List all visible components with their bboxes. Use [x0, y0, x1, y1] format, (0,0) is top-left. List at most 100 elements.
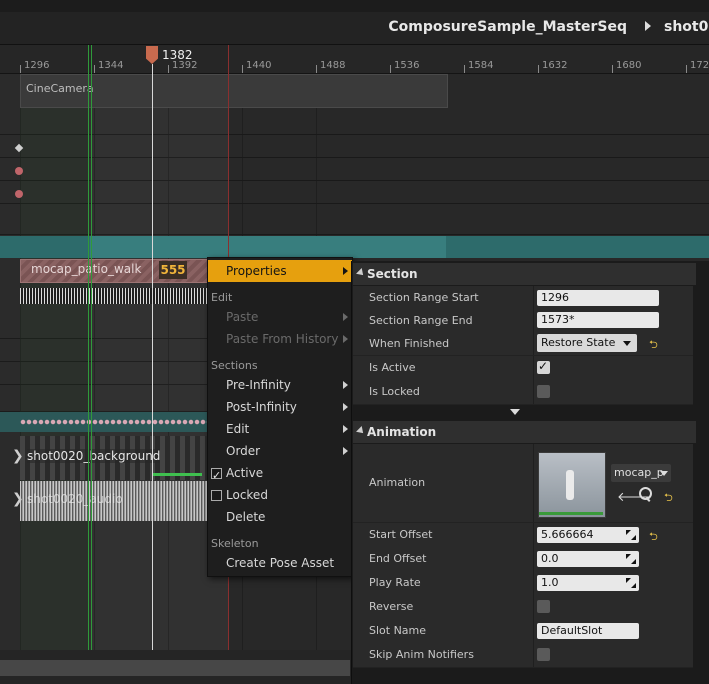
category-animation-header[interactable]: Animation: [353, 421, 696, 443]
locked-checkbox[interactable]: [211, 490, 222, 501]
menu-item-paste[interactable]: Paste: [208, 306, 352, 328]
end-offset-field[interactable]: 0.0: [537, 551, 639, 567]
breadcrumb-separator-icon: [645, 21, 651, 31]
property-row: Slot Name DefaultSlot: [353, 619, 693, 644]
spin-drag-icon[interactable]: [626, 554, 636, 564]
property-label: Play Rate: [369, 576, 421, 589]
mocap-keyframe-strip: [20, 288, 208, 304]
when-finished-dropdown[interactable]: Restore State: [537, 334, 637, 352]
reset-to-default-icon[interactable]: ⮌: [649, 528, 658, 547]
expand-chevron-icon[interactable]: ❯: [12, 448, 24, 464]
expand-chevron-icon[interactable]: ❯: [12, 491, 24, 507]
ruler-tick: [242, 65, 243, 73]
column-divider: [533, 523, 534, 547]
ruler-tick: [316, 65, 317, 73]
field-value: 1.0: [541, 576, 559, 589]
breadcrumb-sequence[interactable]: ComposureSample_MasterSeq: [388, 19, 627, 35]
menu-item-label: Paste: [226, 310, 259, 324]
dropdown-value: mocap_p: [614, 466, 664, 479]
property-label: End Offset: [369, 552, 427, 565]
audio-section-label: shot0020_audio: [27, 492, 123, 506]
menu-item-post-infinity[interactable]: Post-Infinity: [208, 396, 352, 418]
menu-item-edit[interactable]: Edit: [208, 418, 352, 440]
ruler-tick-label: 1440: [246, 60, 272, 71]
breadcrumb-shot[interactable]: shot00: [664, 19, 709, 35]
ruler-tick: [168, 65, 169, 73]
menu-item-label: Delete: [226, 510, 266, 524]
advanced-expand-icon[interactable]: [510, 409, 520, 415]
property-label: Is Locked: [369, 385, 420, 398]
column-divider: [533, 286, 534, 310]
details-scrollbar[interactable]: [696, 283, 708, 673]
submenu-arrow-icon: [343, 335, 348, 343]
menu-item-create-pose-asset[interactable]: Create Pose Asset: [208, 552, 352, 574]
timeline-ruler[interactable]: 1296 1344 1392 1440 1488 1536 1584 1632 …: [0, 45, 709, 74]
ruler-tick-label: 1632: [542, 60, 568, 71]
menu-item-label: Post-Infinity: [226, 400, 297, 414]
menu-header-edit: Edit: [211, 291, 233, 304]
property-row: Is Active: [353, 356, 693, 381]
skip-anim-notifiers-checkbox[interactable]: [537, 648, 550, 661]
window-top-strip: [0, 0, 709, 12]
play-rate-field[interactable]: 1.0: [537, 575, 639, 591]
start-offset-field[interactable]: 5.666664: [537, 527, 639, 543]
column-divider: [533, 444, 534, 522]
reset-to-default-icon[interactable]: ⮌: [664, 489, 673, 508]
horizontal-scrollbar-thumb[interactable]: [0, 660, 350, 676]
range-start-marker[interactable]: [88, 45, 89, 650]
column-divider: [533, 332, 534, 355]
ruler-tick-label: 1680: [616, 60, 642, 71]
active-checkbox[interactable]: [211, 465, 222, 487]
is-active-checkbox[interactable]: [537, 359, 550, 374]
column-divider: [533, 380, 534, 404]
property-label: Section Range Start: [369, 291, 479, 304]
ruler-tick: [538, 65, 539, 73]
menu-item-paste-from-history[interactable]: Paste From History: [208, 328, 352, 350]
keyframe-dot[interactable]: [15, 167, 23, 175]
range-end-field[interactable]: 1573*: [537, 312, 659, 328]
property-row: End Offset 0.0: [353, 547, 693, 572]
ruler-tick-label: 1584: [468, 60, 494, 71]
column-divider: [533, 356, 534, 380]
background-section-label: shot0020_background: [27, 449, 161, 463]
property-label: Skip Anim Notifiers: [369, 648, 474, 661]
playhead-line: [152, 64, 153, 650]
reverse-checkbox[interactable]: [537, 600, 550, 613]
dropdown-value: Restore State: [541, 336, 616, 349]
reset-to-default-icon[interactable]: ⮌: [649, 336, 658, 355]
menu-item-locked[interactable]: Locked: [208, 484, 352, 506]
column-divider: [533, 643, 534, 667]
context-menu: Properties Edit Paste Paste From History…: [207, 257, 353, 577]
submenu-arrow-icon: [343, 381, 348, 389]
property-row: Play Rate 1.0: [353, 571, 693, 596]
animation-asset-dropdown[interactable]: mocap_p: [611, 464, 671, 482]
background-progress-line: [152, 473, 202, 476]
menu-item-label: Locked: [226, 488, 268, 502]
spin-drag-icon[interactable]: [626, 578, 636, 588]
menu-item-delete[interactable]: Delete: [208, 506, 352, 528]
menu-item-label: Paste From History: [226, 332, 339, 346]
property-row: Animation: [353, 444, 693, 523]
range-start-field[interactable]: 1296: [537, 290, 659, 306]
collapse-arrow-icon: [356, 268, 366, 278]
ruler-tick-label: 1488: [320, 60, 346, 71]
column-divider: [533, 595, 534, 619]
menu-header-sections: Sections: [211, 359, 258, 372]
is-locked-checkbox[interactable]: [537, 385, 550, 398]
thumbnail-character: [566, 470, 574, 500]
submenu-arrow-icon: [343, 403, 348, 411]
range-start-marker[interactable]: [91, 45, 92, 650]
menu-item-active[interactable]: Active: [208, 462, 352, 487]
field-value: 0.0: [541, 552, 559, 565]
menu-item-order[interactable]: Order: [208, 440, 352, 462]
slot-name-field[interactable]: DefaultSlot: [537, 623, 639, 639]
menu-item-label: Properties: [226, 264, 287, 278]
submenu-arrow-icon: [343, 267, 348, 275]
category-section-header[interactable]: Section: [353, 263, 696, 285]
property-row: Reverse: [353, 595, 693, 620]
spin-drag-icon[interactable]: [626, 530, 636, 540]
keyframe-dot[interactable]: [15, 190, 23, 198]
menu-item-properties[interactable]: Properties: [208, 260, 352, 282]
selected-track-range: [90, 236, 446, 258]
menu-item-pre-infinity[interactable]: Pre-Infinity: [208, 374, 352, 396]
